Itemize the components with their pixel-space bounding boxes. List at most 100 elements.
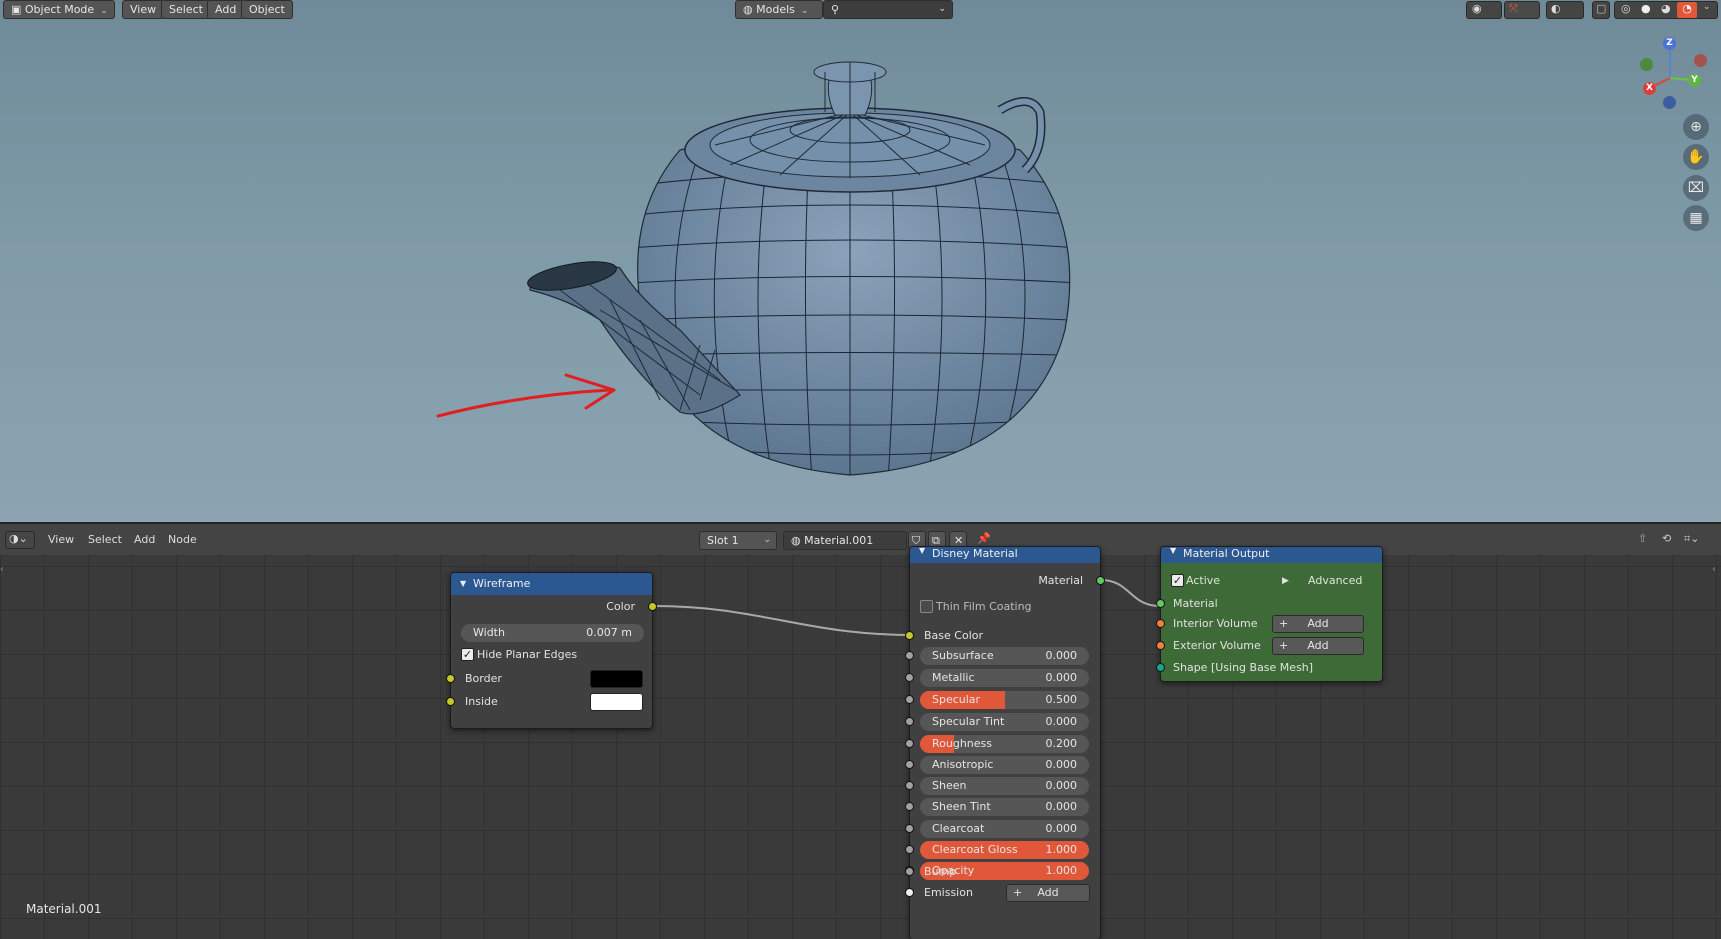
shading-dropdown-icon[interactable]: ⌄ (1703, 2, 1711, 12)
param-slider[interactable]: Clearcoat Gloss 1.000 (920, 841, 1089, 859)
param-slider[interactable]: Sheen Tint 0.000 (920, 798, 1089, 816)
hide-planar-edges-option[interactable]: ✓ Hide Planar Edges (451, 645, 652, 665)
3d-viewport[interactable]: ▣ Object Mode ⌄ View Select Add Object ◍ … (0, 0, 1721, 522)
view-menu[interactable]: View (122, 0, 165, 19)
teapot-model[interactable] (0, 0, 1721, 522)
param-slider[interactable]: Sheen 0.000 (920, 777, 1089, 795)
active-option[interactable]: ✓ Active ▶ Advanced (1161, 571, 1382, 591)
material-shading-icon[interactable]: ◕ (1661, 2, 1671, 15)
parent-node-icon[interactable]: ⇧ (1638, 532, 1647, 545)
solid-shading-icon[interactable]: ● (1641, 2, 1651, 15)
sidebar-collapse-icon[interactable]: ‹ (1712, 564, 1716, 575)
node-title[interactable]: ▼ Disney Material (910, 544, 1100, 563)
param-socket[interactable] (905, 651, 914, 660)
bump-socket[interactable] (905, 867, 914, 876)
add-menu[interactable]: Add (207, 0, 245, 19)
xray-toggle[interactable]: ▢ (1592, 1, 1610, 19)
material-output-node[interactable]: ▼ Material Output ✓ Active ▶ Advanced Ma… (1156, 544, 1383, 682)
hide-planar-checkbox[interactable]: ✓ (461, 648, 474, 661)
visibility-toggle[interactable]: ◉ (1466, 1, 1502, 19)
thin-film-checkbox[interactable] (920, 600, 933, 613)
pin-icon[interactable]: 📌 (977, 532, 991, 545)
exterior-add-button[interactable]: + Add (1272, 637, 1364, 655)
color-output-socket[interactable] (648, 602, 657, 611)
disney-material-node[interactable]: ▼ Disney Material Material Thin Film Coa… (905, 544, 1105, 939)
object-menu[interactable]: Object (241, 0, 293, 19)
overlay-toggle[interactable]: ◐ (1546, 1, 1584, 19)
search-dropdown-icon[interactable]: ⌄ (938, 1, 946, 18)
collapse-triangle-icon[interactable]: ▼ (460, 573, 466, 595)
select-menu[interactable]: Select (161, 0, 211, 19)
editor-type-dropdown[interactable]: ◑⌄ (5, 531, 35, 549)
node-editor[interactable]: ◑⌄ View Select Add Node Slot 1 ⌄ ◍ Materi… (0, 522, 1721, 939)
active-checkbox[interactable]: ✓ (1171, 574, 1184, 587)
param-value: 0.000 (1045, 758, 1078, 771)
collapse-triangle-icon[interactable]: ▼ (1170, 544, 1176, 558)
interior-add-button[interactable]: + Add (1272, 615, 1364, 633)
axis-neg-x[interactable] (1694, 54, 1707, 67)
collapse-triangle-icon[interactable]: ▼ (919, 544, 925, 558)
advanced-toggle[interactable]: Advanced (1308, 571, 1362, 591)
material-selector[interactable]: ◍ Material.001 (783, 531, 907, 550)
param-slider[interactable]: Specular 0.500 (920, 691, 1089, 709)
param-slider[interactable]: Clearcoat 0.000 (920, 820, 1089, 838)
node-title[interactable]: ▼ Wireframe (451, 573, 652, 595)
axis-neg-z[interactable] (1663, 96, 1676, 109)
exterior-volume-socket[interactable] (1156, 641, 1165, 650)
wireframe-node[interactable]: ▼ Wireframe Color Width 0.007 m ✓ Hide P… (446, 572, 657, 729)
border-input-socket[interactable] (446, 674, 455, 683)
thin-film-option[interactable]: Thin Film Coating (910, 597, 1100, 617)
collection-dropdown[interactable]: ◍ Models ⌄ (735, 0, 823, 19)
pan-hand-icon[interactable]: ✋ (1683, 144, 1709, 170)
param-socket[interactable] (905, 824, 914, 833)
material-input-socket[interactable] (1156, 599, 1165, 608)
axis-z[interactable]: Z (1663, 37, 1676, 50)
axis-neg-y[interactable] (1640, 58, 1653, 71)
mode-dropdown[interactable]: ▣ Object Mode ⌄ (3, 0, 115, 19)
search-field[interactable]: ⚲ ⌄ (823, 0, 953, 19)
axis-x[interactable]: X (1643, 82, 1656, 95)
base-color-socket[interactable] (905, 631, 914, 640)
param-socket[interactable] (905, 673, 914, 682)
inside-color-swatch[interactable] (590, 693, 643, 711)
emission-add-button[interactable]: + Add (1006, 884, 1090, 902)
width-field[interactable]: Width 0.007 m (461, 624, 644, 642)
expand-triangle-icon[interactable]: ▶ (1282, 571, 1289, 591)
wireframe-shading-icon[interactable]: ◎ (1621, 2, 1631, 15)
zoom-icon[interactable]: ⊕ (1683, 114, 1709, 140)
snap-icon[interactable]: ⟲ (1662, 532, 1671, 545)
param-socket[interactable] (905, 781, 914, 790)
param-slider[interactable]: Anisotropic 0.000 (920, 756, 1089, 774)
add-menu[interactable]: Add (134, 533, 155, 546)
param-slider[interactable]: Subsurface 0.000 (920, 647, 1089, 665)
node-title[interactable]: ▼ Material Output (1161, 544, 1382, 563)
grid-icon[interactable]: ▦ (1683, 205, 1709, 231)
param-slider[interactable]: Metallic 0.000 (920, 669, 1089, 687)
param-socket[interactable] (905, 760, 914, 769)
navigation-gizmo[interactable]: Z Y X (1632, 34, 1712, 114)
rendered-shading-icon[interactable]: ◔ (1677, 2, 1697, 18)
material-output-socket[interactable] (1096, 576, 1105, 585)
param-label: Roughness (932, 737, 993, 750)
slot-dropdown[interactable]: Slot 1 ⌄ (699, 531, 777, 550)
gizmo-toggle[interactable]: ⤧ (1504, 1, 1540, 19)
snap-mode-icon[interactable]: ⌗⌄ (1684, 532, 1699, 546)
camera-icon[interactable]: ⌧ (1683, 175, 1709, 201)
param-socket[interactable] (905, 845, 914, 854)
node-menu[interactable]: Node (168, 533, 197, 546)
toolbar-collapse-icon[interactable]: ‹ (0, 564, 4, 575)
axis-y[interactable]: Y (1688, 74, 1701, 87)
border-color-swatch[interactable] (590, 670, 643, 688)
param-socket[interactable] (905, 802, 914, 811)
select-menu[interactable]: Select (88, 533, 122, 546)
param-socket[interactable] (905, 717, 914, 726)
param-slider[interactable]: Specular Tint 0.000 (920, 713, 1089, 731)
shape-socket[interactable] (1156, 663, 1165, 672)
param-slider[interactable]: Roughness 0.200 (920, 735, 1089, 753)
interior-volume-socket[interactable] (1156, 619, 1165, 628)
emission-socket[interactable] (905, 888, 914, 897)
param-socket[interactable] (905, 739, 914, 748)
view-menu[interactable]: View (48, 533, 74, 546)
param-socket[interactable] (905, 695, 914, 704)
inside-input-socket[interactable] (446, 697, 455, 706)
